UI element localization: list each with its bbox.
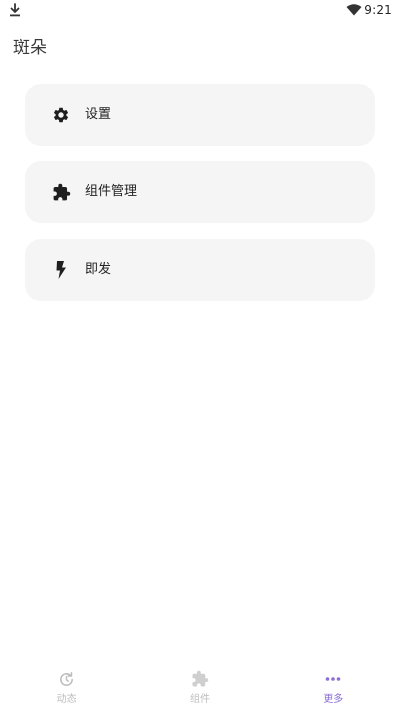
- more-dots-icon: [324, 670, 342, 688]
- status-time: 9:21: [364, 3, 392, 17]
- nav-label: 组件: [189, 694, 210, 705]
- menu-item-quick-send[interactable]: 即发: [25, 239, 375, 301]
- page-title: 斑朵: [13, 38, 47, 58]
- screen: 9:21 斑朵 设置 组件管理 即发 动态 组件 更多: [0, 0, 400, 710]
- menu-item-component-management[interactable]: 组件管理: [25, 161, 375, 223]
- download-icon: [10, 3, 20, 17]
- menu-item-label: 即发: [85, 262, 112, 277]
- status-bar: 9:21: [0, 0, 400, 22]
- menu-item-label: 设置: [85, 107, 112, 122]
- puzzle-icon: [191, 670, 209, 688]
- gear-icon: [51, 105, 71, 125]
- nav-item-dynamics[interactable]: 动态: [0, 660, 133, 710]
- wifi-icon: [346, 4, 362, 16]
- puzzle-icon: [51, 182, 71, 202]
- bottom-nav: 动态 组件 更多: [0, 660, 400, 710]
- menu-item-settings[interactable]: 设置: [25, 84, 375, 146]
- menu-item-label: 组件管理: [85, 184, 138, 199]
- nav-label: 动态: [56, 694, 77, 705]
- nav-label: 更多: [323, 694, 344, 705]
- refresh-clock-icon: [58, 670, 76, 688]
- nav-item-more[interactable]: 更多: [267, 660, 400, 710]
- bolt-icon: [51, 260, 71, 280]
- nav-item-components[interactable]: 组件: [133, 660, 266, 710]
